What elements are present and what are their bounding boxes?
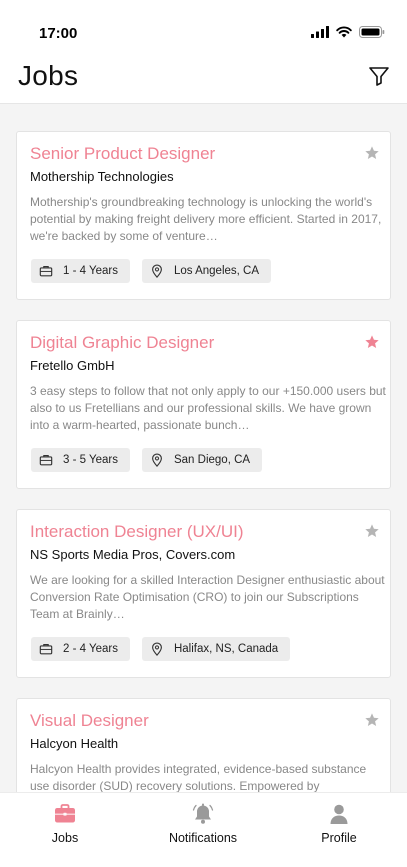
- briefcase-icon: [39, 455, 53, 466]
- tab-notifications[interactable]: Notifications: [158, 793, 248, 853]
- tab-jobs[interactable]: Jobs: [34, 793, 96, 853]
- job-card[interactable]: Visual Designer Halcyon Health Halcyon H…: [16, 698, 391, 792]
- job-description: We are looking for a skilled Interaction…: [30, 573, 385, 621]
- job-description: Halcyon Health provides integrated, evid…: [30, 762, 367, 792]
- tab-bar: Jobs Notifications Profile: [0, 792, 407, 867]
- briefcase-icon: [39, 266, 53, 277]
- experience-label: 3 - 5 Years: [63, 454, 118, 466]
- experience-label: 2 - 4 Years: [63, 643, 118, 655]
- location-pin-icon: [152, 264, 162, 278]
- location-chip: Los Angeles, CA: [141, 259, 272, 283]
- tab-profile[interactable]: Profile: [310, 793, 368, 853]
- job-list[interactable]: Senior Product Designer Mothership Techn…: [0, 104, 407, 792]
- job-title[interactable]: Digital Graphic Designer: [30, 333, 214, 353]
- status-time: 17:00: [39, 25, 78, 42]
- job-card[interactable]: Digital Graphic Designer Fretello GmbH 3…: [16, 320, 391, 489]
- job-chips: 3 - 5 Years San Diego, CA: [31, 448, 263, 472]
- briefcase-icon: [55, 804, 75, 823]
- location-label: Los Angeles, CA: [173, 265, 260, 277]
- person-icon: [330, 804, 348, 824]
- location-pin-icon: [152, 642, 162, 656]
- experience-label: 1 - 4 Years: [63, 265, 118, 277]
- job-title[interactable]: Visual Designer: [30, 711, 149, 731]
- tab-label: Notifications: [168, 831, 238, 845]
- location-chip: Halifax, NS, Canada: [141, 637, 291, 661]
- filter-icon[interactable]: [367, 64, 391, 88]
- star-icon[interactable]: [364, 145, 380, 161]
- briefcase-icon: [39, 644, 53, 655]
- page-title: Jobs: [18, 60, 79, 91]
- star-icon[interactable]: [364, 523, 380, 539]
- status-bar: 17:00: [0, 0, 407, 56]
- experience-chip: 3 - 5 Years: [31, 448, 130, 472]
- job-company: Mothership Technologies: [30, 169, 174, 184]
- job-title[interactable]: Senior Product Designer: [30, 144, 215, 164]
- job-company: NS Sports Media Pros, Covers.com: [30, 547, 236, 562]
- status-icons: [311, 26, 385, 38]
- job-title[interactable]: Interaction Designer (UX/UI): [30, 522, 244, 542]
- job-company: Fretello GmbH: [30, 358, 115, 373]
- star-icon[interactable]: [364, 712, 380, 728]
- cellular-signal-icon: [311, 26, 329, 38]
- bell-icon: [192, 803, 214, 824]
- experience-chip: 2 - 4 Years: [31, 637, 130, 661]
- app-header: Jobs: [0, 56, 407, 104]
- job-chips: 1 - 4 Years Los Angeles, CA: [31, 259, 272, 283]
- location-label: San Diego, CA: [173, 454, 251, 466]
- job-card[interactable]: Interaction Designer (UX/UI) NS Sports M…: [16, 509, 391, 678]
- star-icon[interactable]: [364, 334, 380, 350]
- job-description: 3 easy steps to follow that not only app…: [30, 384, 386, 432]
- battery-icon: [359, 26, 385, 38]
- location-pin-icon: [152, 453, 162, 467]
- location-chip: San Diego, CA: [141, 448, 263, 472]
- tab-label: Jobs: [51, 831, 79, 845]
- job-chips: 2 - 4 Years Halifax, NS, Canada: [31, 637, 291, 661]
- job-card[interactable]: Senior Product Designer Mothership Techn…: [16, 131, 391, 300]
- wifi-icon: [336, 26, 352, 38]
- tab-label: Profile: [321, 831, 357, 845]
- location-label: Halifax, NS, Canada: [173, 643, 279, 655]
- job-company: Halcyon Health: [30, 736, 119, 751]
- experience-chip: 1 - 4 Years: [31, 259, 130, 283]
- job-description: Mothership's groundbreaking technology i…: [30, 195, 382, 243]
